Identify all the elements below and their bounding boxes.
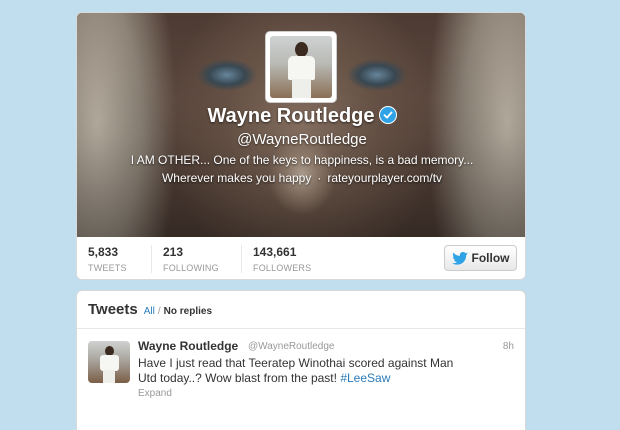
follow-button-label: Follow: [471, 251, 510, 265]
tweet-author-name[interactable]: Wayne Routledge: [138, 339, 238, 353]
profile-avatar[interactable]: [265, 31, 337, 103]
stat-following-value: 213: [163, 245, 184, 259]
tweets-card: Tweets All / No replies Wayne Routledge …: [76, 290, 526, 430]
profile-name: Wayne Routledge: [207, 105, 375, 127]
stat-followers-label: FOLLOWERS: [253, 263, 312, 273]
tweet-avatar[interactable]: [88, 341, 130, 383]
tweet-body: Have I just read that Teeratep Winothai …: [138, 356, 454, 385]
tweets-header: Tweets All / No replies: [77, 291, 525, 329]
profile-location: Wherever makes you happy: [161, 171, 312, 185]
stat-followers-value: 143,661: [253, 245, 297, 259]
tweet-text: Have I just read that Teeratep Winothai …: [138, 356, 458, 386]
filter-all-link[interactable]: All: [144, 306, 155, 317]
filter-separator: /: [157, 306, 161, 317]
twitter-bird-icon: [451, 251, 468, 265]
profile-name-row: Wayne Routledge: [77, 105, 525, 128]
profile-stats: 5,833 TWEETS 213 FOLLOWING 143,661 FOLLO…: [77, 237, 525, 279]
page-background: Wayne Routledge @WayneRoutledge I AM OTH…: [0, 0, 620, 430]
avatar-image: [270, 36, 332, 98]
meta-separator: ·: [317, 171, 322, 185]
stat-tweets-label: TWEETS: [88, 263, 127, 273]
profile-handle: @WayneRoutledge: [237, 131, 367, 148]
tweet-item[interactable]: Wayne Routledge @WayneRoutledge 8h Have …: [77, 329, 525, 429]
stat-tweets[interactable]: 5,833 TWEETS: [77, 245, 151, 273]
tweet-expand-link[interactable]: Expand: [138, 388, 172, 399]
filter-no-replies-link[interactable]: No replies: [164, 306, 212, 317]
stat-following[interactable]: 213 FOLLOWING: [151, 245, 241, 273]
profile-card: Wayne Routledge @WayneRoutledge I AM OTH…: [76, 12, 526, 280]
profile-meta: Wherever makes you happy · rateyourplayer.…: [77, 171, 525, 185]
profile-website-link[interactable]: rateyourplayer.com/tv: [327, 171, 442, 185]
stat-following-label: FOLLOWING: [163, 263, 219, 273]
tweet-timestamp[interactable]: 8h: [503, 341, 514, 352]
tweets-title: Tweets: [88, 301, 138, 318]
follow-button[interactable]: Follow: [444, 245, 517, 271]
stat-followers[interactable]: 143,661 FOLLOWERS: [241, 245, 351, 273]
tweet-hashtag-link[interactable]: #LeeSaw: [340, 371, 390, 385]
tweet-author-handle[interactable]: @WayneRoutledge: [248, 341, 335, 352]
stat-tweets-value: 5,833: [88, 245, 119, 259]
verified-badge-icon[interactable]: [378, 106, 397, 124]
profile-bio: I AM OTHER... One of the keys to happine…: [130, 153, 474, 167]
